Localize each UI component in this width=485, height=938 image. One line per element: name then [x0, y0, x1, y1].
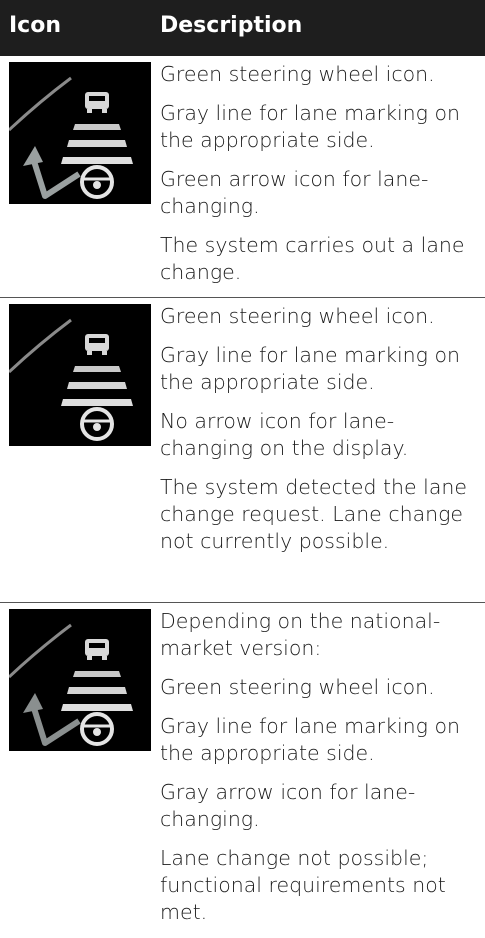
description-line: No arrow icon for lane-changing on the d…: [160, 409, 409, 460]
description-line: The system carries out a lane change.: [160, 233, 465, 284]
table-row: Green steering wheel icon. Gray line for…: [0, 298, 485, 602]
lane-change-active-icon: [9, 62, 151, 204]
description-line: Green steering wheel icon.: [160, 675, 435, 699]
description-line: The system detected the lane change requ…: [160, 475, 468, 553]
lane-change-detected-icon: [9, 304, 151, 446]
description-line: Gray line for lane marking on the approp…: [160, 101, 460, 152]
column-header-description: Description: [160, 13, 303, 38]
description-line: Green arrow icon for lane-changing.: [160, 167, 429, 218]
description-line: Gray line for lane marking on the approp…: [160, 714, 460, 765]
row-description: Green steering wheel icon. Gray line for…: [160, 303, 478, 567]
description-line: Lane change not possible; functional req…: [160, 846, 446, 924]
row-description: Depending on the national-market version…: [160, 608, 478, 938]
description-line: Green steering wheel icon.: [160, 304, 435, 328]
row-description: Green steering wheel icon. Gray line for…: [160, 61, 478, 298]
description-line: Gray arrow icon for lane-changing.: [160, 780, 416, 831]
lane-change-not-possible-icon: [9, 609, 151, 751]
table-row: Green steering wheel icon. Gray line for…: [0, 56, 485, 297]
description-line: Gray line for lane marking on the approp…: [160, 343, 460, 394]
column-header-icon: Icon: [9, 13, 62, 38]
table-row: Depending on the national-market version…: [0, 603, 485, 924]
description-line: Depending on the national-market version…: [160, 609, 441, 660]
table-header: Icon Description: [0, 0, 485, 56]
description-line: Green steering wheel icon.: [160, 62, 435, 86]
